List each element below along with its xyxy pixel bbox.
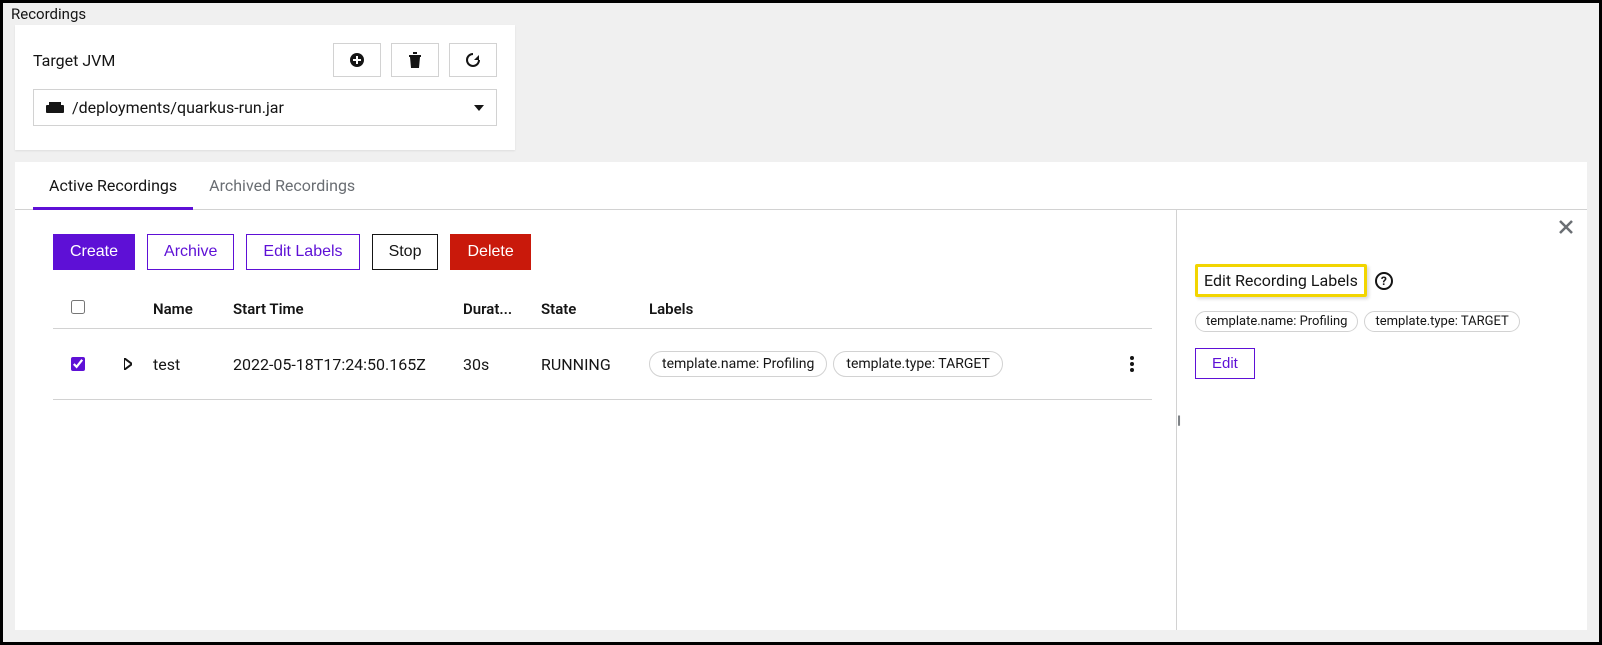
edit-labels-panel: Edit Recording Labels ? template.name: P…: [1177, 210, 1587, 630]
row-expand-toggle[interactable]: [103, 358, 153, 370]
archive-button[interactable]: Archive: [147, 234, 234, 270]
container-icon: [46, 102, 64, 114]
row-kebab-menu[interactable]: [1112, 356, 1152, 372]
col-header-duration: Durat...: [463, 300, 541, 318]
create-button[interactable]: Create: [53, 234, 135, 270]
app-frame: Recordings Target JVM /deployments/quark…: [0, 0, 1602, 645]
label-chip: template.name: Profiling: [1195, 311, 1358, 332]
col-header-start: Start Time: [233, 300, 463, 318]
refresh-icon: [465, 52, 481, 68]
recordings-list-pane: Create Archive Edit Labels Stop Delete N…: [15, 210, 1177, 630]
delete-button[interactable]: Delete: [450, 234, 530, 270]
recordings-card: Active Recordings Archived Recordings Cr…: [15, 162, 1587, 630]
col-header-state: State: [541, 300, 649, 318]
label-chip: template.type: TARGET: [833, 351, 1003, 377]
panel-label-chips: template.name: Profiling template.type: …: [1195, 311, 1569, 332]
help-icon[interactable]: ?: [1375, 272, 1393, 290]
target-jvm-label: Target JVM: [33, 51, 115, 70]
edit-labels-button[interactable]: Edit Labels: [246, 234, 359, 270]
tab-archived-recordings[interactable]: Archived Recordings: [193, 162, 371, 209]
row-duration: 30s: [463, 355, 541, 374]
add-target-button[interactable]: [333, 43, 381, 77]
close-panel-button[interactable]: [1559, 220, 1573, 234]
table-header: Name Start Time Durat... State Labels: [53, 290, 1152, 329]
recordings-table: Name Start Time Durat... State Labels te…: [53, 290, 1152, 400]
row-name: test: [153, 355, 233, 374]
col-header-labels: Labels: [649, 300, 1112, 318]
page-title: Recordings: [3, 3, 1599, 25]
row-labels: template.name: Profiling template.type: …: [649, 351, 1112, 377]
row-start-time: 2022-05-18T17:24:50.165Z: [233, 355, 463, 374]
toolbar: Create Archive Edit Labels Stop Delete: [53, 234, 1152, 270]
chevron-right-icon: [124, 358, 132, 370]
target-jvm-selected-value: /deployments/quarkus-run.jar: [72, 98, 284, 117]
close-icon: [1559, 220, 1573, 234]
panel-title: Edit Recording Labels: [1195, 264, 1367, 297]
col-header-name: Name: [153, 300, 233, 318]
table-row: test 2022-05-18T17:24:50.165Z 30s RUNNIN…: [53, 329, 1152, 400]
tabs: Active Recordings Archived Recordings: [15, 162, 1587, 210]
stop-button[interactable]: Stop: [372, 234, 439, 270]
kebab-icon: [1130, 356, 1134, 372]
target-jvm-card: Target JVM /deployments/quarkus-run.jar: [15, 25, 515, 150]
select-all-checkbox[interactable]: [71, 300, 85, 314]
target-jvm-select[interactable]: /deployments/quarkus-run.jar: [33, 89, 497, 126]
row-state: RUNNING: [541, 355, 649, 374]
trash-icon: [408, 52, 422, 68]
delete-target-button[interactable]: [391, 43, 439, 77]
label-chip: template.type: TARGET: [1364, 311, 1519, 332]
caret-down-icon: [474, 105, 484, 111]
panel-edit-button[interactable]: Edit: [1195, 348, 1255, 379]
plus-circle-icon: [349, 52, 365, 68]
tab-active-recordings[interactable]: Active Recordings: [33, 162, 193, 209]
label-chip: template.name: Profiling: [649, 351, 827, 377]
row-checkbox[interactable]: [71, 357, 85, 371]
refresh-target-button[interactable]: [449, 43, 497, 77]
